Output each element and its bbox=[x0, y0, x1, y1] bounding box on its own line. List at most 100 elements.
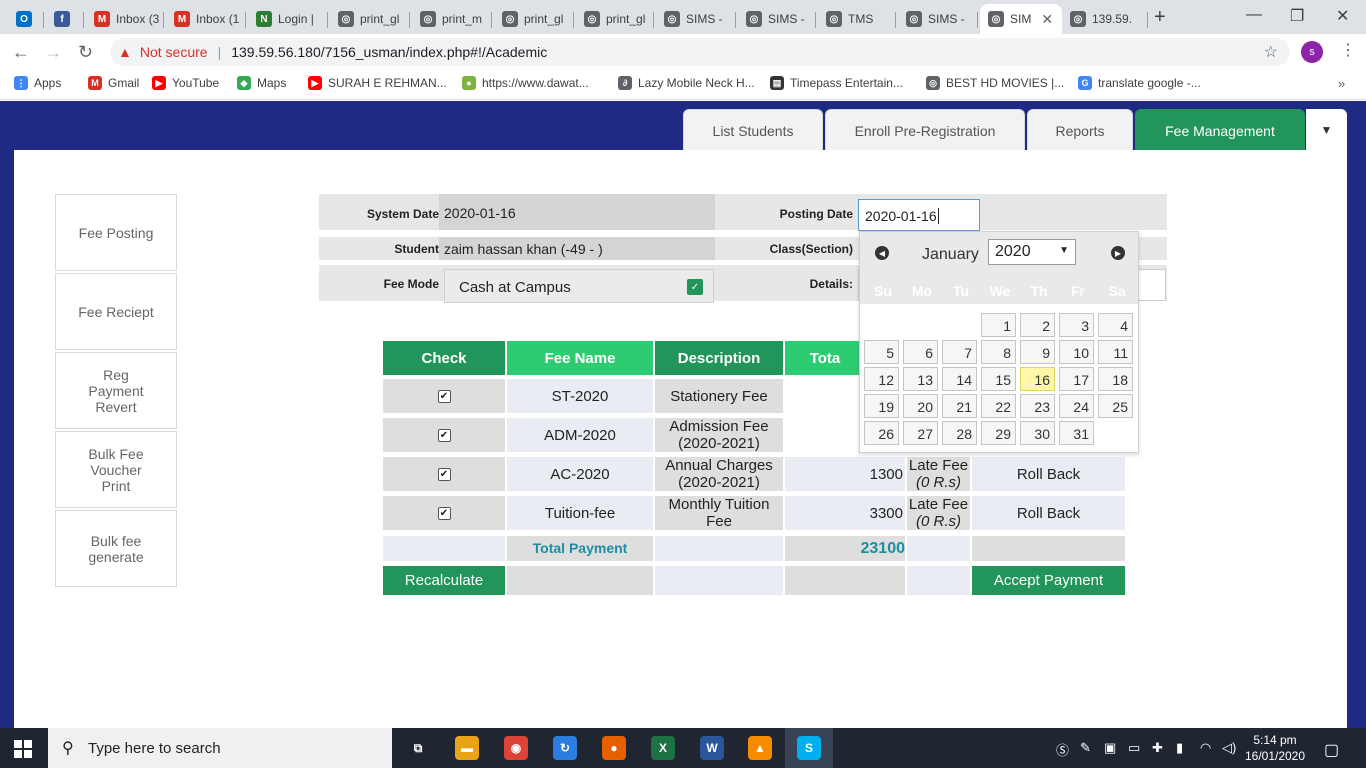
bookmark-item[interactable]: ● https://www.dawat... bbox=[462, 76, 589, 90]
minimize-icon[interactable]: — bbox=[1246, 6, 1262, 24]
bookmark-item[interactable]: ▶ YouTube bbox=[152, 76, 219, 90]
calendar-day[interactable]: 10 bbox=[1059, 340, 1094, 364]
firefox-icon[interactable]: ● bbox=[602, 736, 626, 760]
roll-back-button[interactable]: Roll Back bbox=[972, 457, 1125, 491]
next-month-icon[interactable]: ▶ bbox=[1111, 246, 1125, 260]
browser-tab[interactable]: M Inbox (3 bbox=[86, 4, 164, 34]
row-checkbox[interactable]: ✔ bbox=[437, 506, 451, 520]
dolphin-icon[interactable]: ↻ bbox=[553, 736, 577, 760]
row-checkbox[interactable]: ✔ bbox=[437, 389, 451, 403]
tab-list-students[interactable]: List Students bbox=[683, 109, 823, 151]
browser-tab[interactable]: f bbox=[46, 4, 84, 34]
back-icon[interactable]: ← bbox=[12, 42, 30, 63]
browser-tab[interactable]: ◎ SIMS - bbox=[898, 4, 978, 34]
bookmark-item[interactable]: ▤ Timepass Entertain... bbox=[770, 76, 903, 90]
sidebar-fee-reciept[interactable]: Fee Reciept bbox=[55, 273, 177, 350]
sidebar-bulk-fee-generate[interactable]: Bulk fee generate bbox=[55, 510, 177, 587]
calendar-day[interactable]: 16 bbox=[1020, 367, 1055, 391]
browser-tab[interactable]: ◎ 139.59. bbox=[1062, 4, 1148, 34]
forward-icon[interactable]: → bbox=[44, 42, 62, 63]
close-tab-icon[interactable]: ✕ bbox=[1041, 11, 1053, 28]
prev-month-icon[interactable]: ◀ bbox=[875, 246, 889, 260]
row-checkbox[interactable]: ✔ bbox=[437, 428, 451, 442]
calendar-day[interactable]: 20 bbox=[903, 394, 938, 418]
calendar-day[interactable]: 28 bbox=[942, 421, 977, 445]
calendar-day[interactable]: 21 bbox=[942, 394, 977, 418]
task-view-icon[interactable]: ⧉ bbox=[406, 736, 430, 760]
accept-payment-button[interactable]: Accept Payment bbox=[972, 566, 1125, 595]
taskbar-clock[interactable]: 5:14 pm 16/01/2020 bbox=[1244, 732, 1306, 764]
calendar-day[interactable]: 27 bbox=[903, 421, 938, 445]
browser-tab[interactable]: M Inbox (1 bbox=[166, 4, 246, 34]
nav-dropdown-icon[interactable]: ▼ bbox=[1306, 109, 1347, 151]
tray-monitor-icon[interactable]: ▭ bbox=[1128, 740, 1140, 756]
browser-tab[interactable]: ◎ SIM ✕ bbox=[980, 4, 1062, 34]
calendar-day[interactable]: 24 bbox=[1059, 394, 1094, 418]
calendar-day[interactable]: 17 bbox=[1059, 367, 1094, 391]
tab-reports[interactable]: Reports bbox=[1027, 109, 1133, 151]
calendar-day[interactable]: 7 bbox=[942, 340, 977, 364]
chrome-icon[interactable]: ◉ bbox=[504, 736, 528, 760]
browser-tab[interactable]: ◎ TMS bbox=[818, 4, 896, 34]
window-close-icon[interactable]: ✕ bbox=[1336, 6, 1349, 26]
browser-tab[interactable]: ◎ SIMS - bbox=[738, 4, 816, 34]
calendar-day[interactable]: 29 bbox=[981, 421, 1016, 445]
volume-icon[interactable]: ◁) bbox=[1222, 740, 1236, 756]
tray-battery-icon[interactable]: ▮ bbox=[1176, 740, 1183, 756]
calendar-day[interactable]: 13 bbox=[903, 367, 938, 391]
browser-tab[interactable]: ◎ print_gl bbox=[330, 4, 410, 34]
calendar-day[interactable]: 2 bbox=[1020, 313, 1055, 337]
calendar-day[interactable]: 25 bbox=[1098, 394, 1133, 418]
taskbar-search[interactable]: ⚲ Type here to search bbox=[48, 728, 392, 768]
posting-date-input[interactable]: 2020-01-16 bbox=[858, 199, 980, 231]
browser-tab[interactable]: N Login | bbox=[248, 4, 328, 34]
tab-enroll-pre-registration[interactable]: Enroll Pre-Registration bbox=[825, 109, 1025, 151]
word-icon[interactable]: W bbox=[700, 736, 724, 760]
browser-tab[interactable]: O bbox=[8, 4, 44, 34]
calendar-day[interactable]: 9 bbox=[1020, 340, 1055, 364]
calendar-day[interactable]: 30 bbox=[1020, 421, 1055, 445]
calendar-day[interactable]: 12 bbox=[864, 367, 899, 391]
calendar-day[interactable]: 19 bbox=[864, 394, 899, 418]
skype-tray-icon[interactable]: Ⓢ bbox=[1056, 740, 1069, 759]
row-checkbox[interactable]: ✔ bbox=[437, 467, 451, 481]
bookmark-item[interactable]: ∂ Lazy Mobile Neck H... bbox=[618, 76, 755, 90]
calendar-day[interactable]: 4 bbox=[1098, 313, 1133, 337]
bookmark-star-icon[interactable]: ☆ bbox=[1264, 42, 1278, 62]
browser-menu-icon[interactable]: ⋮ bbox=[1340, 40, 1356, 60]
file-explorer-icon[interactable]: ▬ bbox=[455, 736, 479, 760]
bookmark-item[interactable]: ⋮ Apps bbox=[14, 76, 61, 90]
browser-tab[interactable]: ◎ print_m bbox=[412, 4, 492, 34]
sidebar-fee-posting[interactable]: Fee Posting bbox=[55, 194, 177, 271]
calendar-day[interactable]: 31 bbox=[1059, 421, 1094, 445]
calendar-day[interactable]: 22 bbox=[981, 394, 1016, 418]
calendar-day[interactable]: 1 bbox=[981, 313, 1016, 337]
calendar-day[interactable]: 14 bbox=[942, 367, 977, 391]
bookmark-item[interactable]: ◎ BEST HD MOVIES |... bbox=[926, 76, 1064, 90]
fee-mode-select[interactable]: Cash at Campus ✓ bbox=[444, 269, 714, 303]
vlc-icon[interactable]: ▲ bbox=[748, 736, 772, 760]
recalculate-button[interactable]: Recalculate bbox=[383, 566, 505, 595]
calendar-day[interactable]: 15 bbox=[981, 367, 1016, 391]
calendar-day[interactable]: 26 bbox=[864, 421, 899, 445]
calendar-day[interactable]: 23 bbox=[1020, 394, 1055, 418]
sidebar-bulk-fee-voucher-print[interactable]: Bulk Fee Voucher Print bbox=[55, 431, 177, 508]
new-tab-icon[interactable]: + bbox=[1154, 6, 1166, 29]
browser-tab[interactable]: ◎ SIMS - bbox=[656, 4, 736, 34]
skype-icon[interactable]: S bbox=[797, 736, 821, 760]
tray-security-icon[interactable]: ✚ bbox=[1152, 740, 1163, 756]
datepicker-year-select[interactable]: 2020 ▼ bbox=[988, 239, 1076, 265]
bookmark-item[interactable]: ▶ SURAH E REHMAN... bbox=[308, 76, 447, 90]
bookmark-item[interactable]: ◆ Maps bbox=[237, 76, 286, 90]
sidebar-reg-payment-revert[interactable]: Reg Payment Revert bbox=[55, 352, 177, 429]
calendar-day[interactable]: 6 bbox=[903, 340, 938, 364]
tab-fee-management[interactable]: Fee Management bbox=[1135, 109, 1305, 151]
notifications-icon[interactable]: ▢ bbox=[1324, 740, 1339, 760]
address-bar[interactable]: ▲ Not secure | 139.59.56.180/7156_usman/… bbox=[110, 38, 1290, 66]
browser-tab[interactable]: ◎ print_gl bbox=[576, 4, 654, 34]
browser-tab[interactable]: ◎ print_gl bbox=[494, 4, 574, 34]
calendar-day[interactable]: 11 bbox=[1098, 340, 1133, 364]
windows-start-icon[interactable] bbox=[14, 740, 32, 758]
roll-back-button[interactable]: Roll Back bbox=[972, 496, 1125, 530]
calendar-day[interactable]: 3 bbox=[1059, 313, 1094, 337]
